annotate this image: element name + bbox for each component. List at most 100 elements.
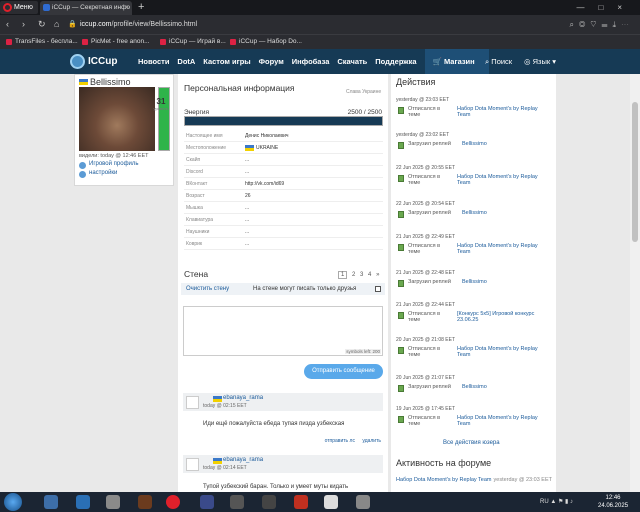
game-profile-link[interactable]: Игровой профиль bbox=[79, 161, 139, 169]
explorer-icon[interactable] bbox=[44, 495, 58, 509]
page-next[interactable]: » bbox=[376, 272, 379, 278]
ukraine-flag-icon bbox=[245, 144, 254, 151]
browser-toolbar-icons[interactable]: ⌕◎♡☰⤓⋯ bbox=[569, 15, 634, 34]
field-row: Наушники... bbox=[184, 226, 383, 238]
browser-tab-active[interactable]: iCCup — Секретная инфо × bbox=[40, 1, 132, 15]
action-link[interactable]: Набор Dota Moment's by Replay Team bbox=[457, 243, 552, 255]
action-link[interactable]: Набор Dota Moment's by Replay Team bbox=[457, 174, 552, 186]
settings-icon[interactable] bbox=[356, 495, 370, 509]
post-avatar[interactable] bbox=[186, 458, 199, 471]
nav-news[interactable]: Новости bbox=[138, 49, 169, 74]
action-label: Загрузил реплей bbox=[408, 384, 451, 390]
nav-shop[interactable]: 🛒 Магазин bbox=[424, 49, 489, 74]
bookmark-item[interactable]: iCCup — Играй в... bbox=[160, 35, 226, 49]
actions-column: Действия yesterday @ 23:03 EET Отписался… bbox=[391, 74, 556, 492]
home-icon[interactable]: ⌂ bbox=[54, 15, 59, 34]
page-2[interactable]: 2 bbox=[352, 272, 355, 278]
field-value-location: UKRAINE bbox=[245, 142, 278, 154]
wall-message-input[interactable]: symbols left: 200 bbox=[183, 306, 383, 356]
field-key: Коврик bbox=[186, 241, 203, 247]
action-link[interactable]: Bellissimo bbox=[462, 279, 487, 285]
nav-support[interactable]: Поддержка bbox=[375, 49, 416, 74]
page-4[interactable]: 4 bbox=[368, 272, 371, 278]
action-link[interactable]: Bellissimo bbox=[462, 210, 487, 216]
input-language[interactable]: RU bbox=[540, 499, 549, 505]
clock-date: 24.06.2025 bbox=[598, 503, 629, 509]
page-scrollbar[interactable] bbox=[630, 74, 640, 492]
nav-dota[interactable]: DotA bbox=[177, 49, 195, 74]
settings-link[interactable]: настройки bbox=[79, 170, 117, 178]
forum-post-icon bbox=[398, 416, 404, 423]
opera-menu-button[interactable]: Меню bbox=[0, 1, 38, 14]
clear-wall-link[interactable]: Очистить стену bbox=[186, 283, 229, 295]
post-author[interactable]: ebanaya_rama bbox=[213, 457, 263, 464]
system-clock[interactable]: 12:46 24.06.2025 bbox=[598, 494, 628, 510]
page-1[interactable]: 1 bbox=[338, 271, 348, 279]
language-selector[interactable]: ◎ Язык ▾ bbox=[524, 49, 556, 74]
close-tab-icon[interactable]: × bbox=[125, 1, 129, 15]
clock-time: 12:46 bbox=[605, 495, 621, 501]
cs-icon[interactable] bbox=[262, 495, 276, 509]
post-avatar[interactable] bbox=[186, 396, 199, 409]
url-path: /profile/view/Bellissimo.html bbox=[111, 21, 198, 28]
post-author[interactable]: ebanaya_rama bbox=[213, 395, 263, 402]
nav-download[interactable]: Скачать bbox=[337, 49, 367, 74]
friends-only-checkbox[interactable] bbox=[375, 286, 381, 292]
action-link[interactable]: Набор Dota Moment's by Replay Team bbox=[457, 106, 552, 118]
wall-post: ebanaya_rama today @ 02:14 EET Тупой узб… bbox=[183, 455, 383, 492]
bookmark-item[interactable]: TransFiles - беспла... bbox=[6, 35, 78, 49]
all-actions-link[interactable]: Все действия юзера bbox=[443, 440, 500, 446]
delete-post-link[interactable]: удалить bbox=[362, 438, 381, 444]
action-link[interactable]: Набор Dota Moment's by Replay Team bbox=[457, 346, 552, 358]
nav-infobase[interactable]: Инфобаза bbox=[292, 49, 330, 74]
url-field[interactable]: iccup.com/profile/view/Bellissimo.html bbox=[80, 18, 550, 31]
game-icon[interactable] bbox=[138, 495, 152, 509]
field-row: Коврик... bbox=[184, 238, 383, 250]
wall-title: Стена bbox=[184, 269, 209, 279]
nav-custom-games[interactable]: Кастом игры bbox=[203, 49, 250, 74]
forum-post-icon bbox=[398, 312, 404, 319]
action-date: 21 Jun 2025 @ 22:44 EET bbox=[396, 302, 456, 308]
action-link[interactable]: [Конкурс 5х5] Игровой конкурс 23.06.25 bbox=[457, 311, 552, 323]
action-link[interactable]: Bellissimo bbox=[462, 141, 487, 147]
action-link[interactable]: Bellissimo bbox=[462, 384, 487, 390]
glory-text: Слава Украине bbox=[346, 89, 382, 95]
start-button[interactable] bbox=[4, 493, 22, 511]
bookmark-item[interactable]: iCCup — Набор Do... bbox=[230, 35, 302, 49]
opera-icon[interactable] bbox=[166, 495, 180, 509]
back-icon[interactable]: ‹ bbox=[6, 15, 9, 34]
calculator-icon[interactable] bbox=[324, 495, 338, 509]
action-date: 21 Jun 2025 @ 22:49 EET bbox=[396, 234, 456, 240]
new-tab-button[interactable]: + bbox=[138, 0, 144, 15]
nav-forum[interactable]: Форум bbox=[259, 49, 284, 74]
reload-icon[interactable]: ↻ bbox=[38, 15, 46, 34]
media-icon[interactable] bbox=[294, 495, 308, 509]
send-pm-link[interactable]: отправить лс bbox=[325, 438, 355, 444]
forward-icon[interactable]: › bbox=[22, 15, 25, 34]
forum-activity-link[interactable]: Набор Dota Moment's by Replay Team bbox=[396, 477, 492, 483]
page-3[interactable]: 3 bbox=[360, 272, 363, 278]
action-label: Отписался в теме bbox=[408, 415, 441, 427]
field-row: Клавиатура... bbox=[184, 214, 383, 226]
post-text: Иди ещё пожалуйста ебеда тупая пизда узб… bbox=[203, 421, 345, 427]
steam-icon[interactable] bbox=[76, 495, 90, 509]
energy-label: Энергия bbox=[184, 109, 210, 116]
site-logo[interactable]: ICCup bbox=[70, 53, 117, 70]
field-value-vk[interactable]: http://vk.com/id69 bbox=[245, 178, 284, 190]
scrollbar-thumb[interactable] bbox=[632, 102, 638, 242]
window-controls[interactable]: —□× bbox=[576, 0, 636, 15]
action-link[interactable]: Набор Dota Moment's by Replay Team bbox=[457, 415, 552, 427]
send-message-button[interactable]: Отправить сообщение bbox=[304, 364, 383, 379]
address-bar: ‹ › ↻ ⌂ 🔒 iccup.com/profile/view/Belliss… bbox=[0, 15, 640, 34]
action-date: yesterday @ 23:03 EET bbox=[396, 97, 450, 103]
counter-strike-icon[interactable] bbox=[230, 495, 244, 509]
level-value: 31 bbox=[156, 97, 166, 106]
friends-only-label: На стене могут писать только друзья bbox=[253, 286, 357, 292]
header-search[interactable]: ⌕ Поиск bbox=[485, 49, 512, 74]
bookmark-item[interactable]: PicMet - free anon... bbox=[82, 35, 150, 49]
last-seen: видели: today @ 12:46 EET bbox=[79, 153, 149, 159]
app-icon[interactable] bbox=[200, 495, 214, 509]
replay-icon bbox=[398, 142, 404, 149]
paint-icon[interactable] bbox=[106, 495, 120, 509]
system-tray[interactable]: RU ▲ ⚑ ▮ ♪ bbox=[540, 492, 573, 512]
